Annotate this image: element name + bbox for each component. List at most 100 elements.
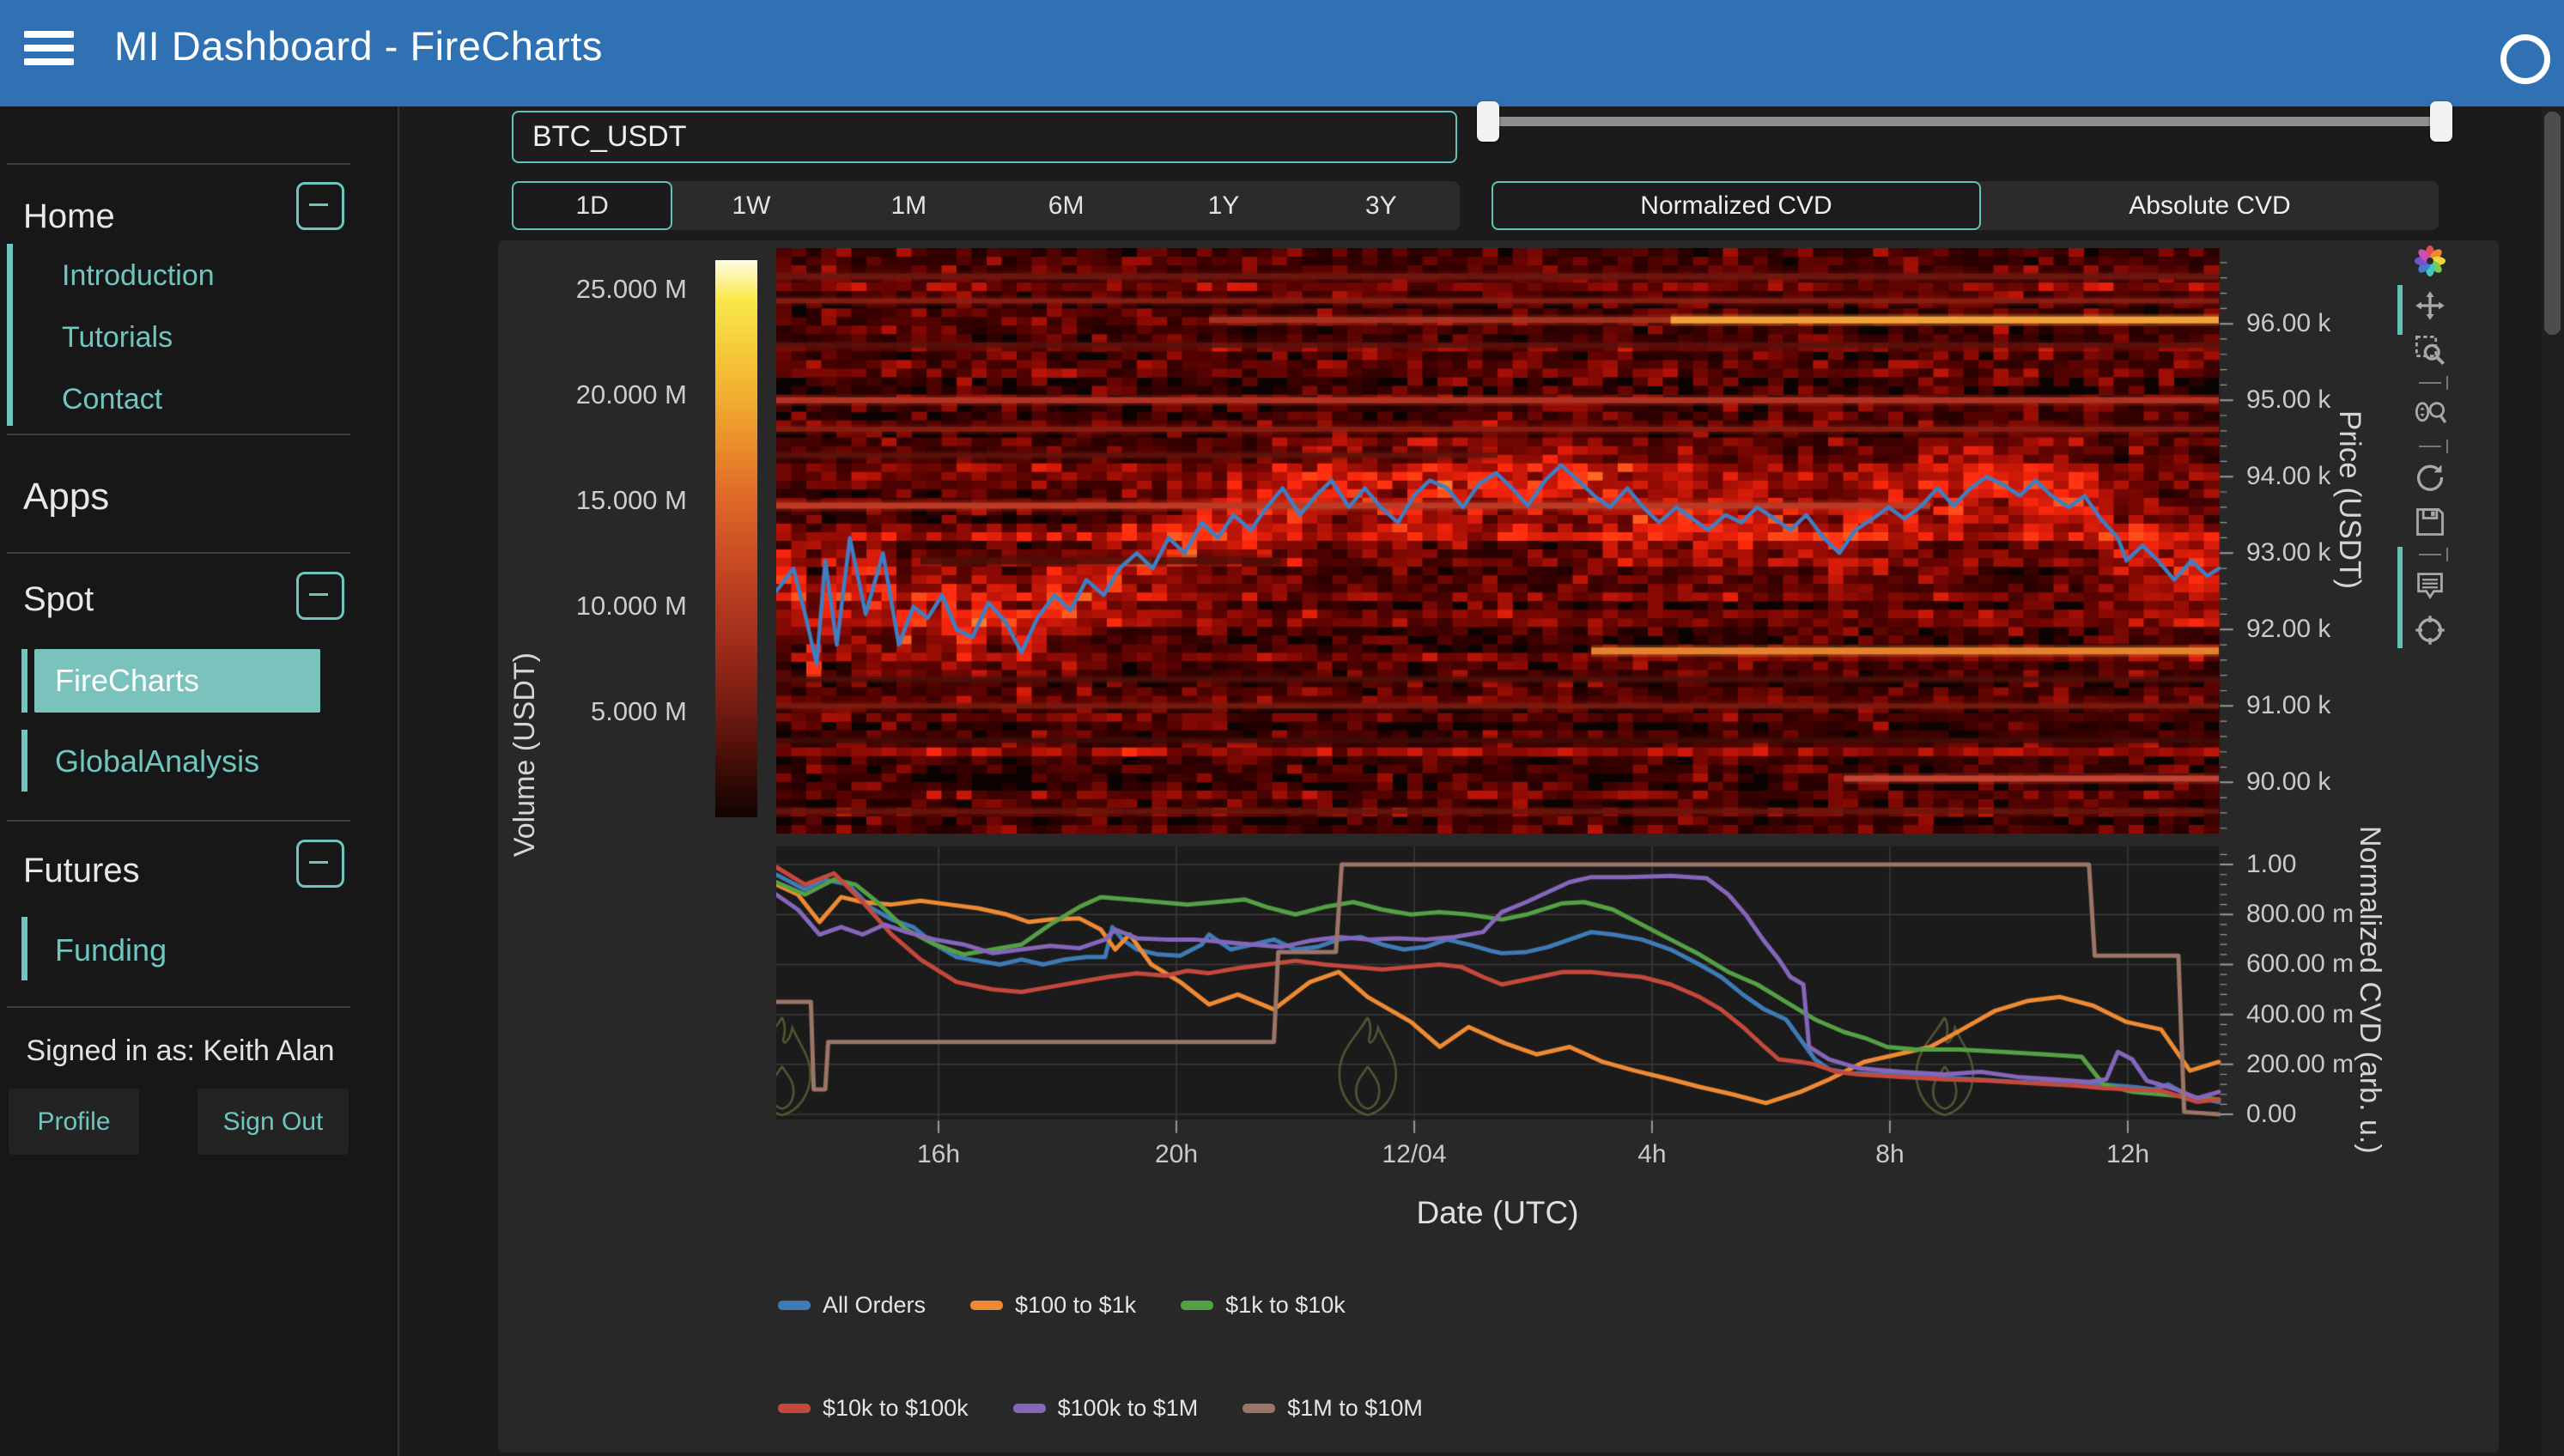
legend-row: $10k to $100k $100k to $1M $1M to $10M: [778, 1389, 1423, 1427]
modebar-separator: [2419, 382, 2441, 384]
cvd-tick-label: 200.00 m: [2246, 1050, 2354, 1079]
symbol-input[interactable]: [512, 111, 1457, 163]
collapse-minus-icon: [309, 203, 328, 206]
sidebar-header-apps: Apps: [23, 476, 109, 519]
cvd-tick-label: 800.00 m: [2246, 900, 2354, 929]
spikeline-icon[interactable]: [2414, 614, 2446, 646]
volume-colorbar: [715, 260, 757, 817]
collapse-futures-button[interactable]: [296, 840, 344, 888]
toggle-hover-icon[interactable]: [2414, 569, 2446, 602]
sidebar-header-futures: Futures: [23, 852, 140, 890]
cvd-tick-label: 400.00 m: [2246, 1000, 2354, 1029]
price-tick-label: 94.00 k: [2246, 462, 2330, 491]
sidebar-header-spot: Spot: [23, 580, 94, 619]
menu-icon[interactable]: [24, 31, 76, 76]
item-bar: [21, 730, 27, 792]
timeframe-1d-button[interactable]: 1D: [512, 181, 672, 230]
heatmap-canvas[interactable]: [776, 248, 2236, 834]
price-axis-title: Price (USDT): [2332, 410, 2367, 589]
pan-icon[interactable]: [2414, 289, 2446, 322]
sidebar-header-home: Home: [23, 197, 115, 236]
cvd-tick-label: 1.00: [2246, 850, 2296, 879]
topbar: MI Dashboard - FireCharts: [0, 0, 2564, 106]
modebar: [2409, 245, 2451, 658]
x-tick-label: 16h: [917, 1140, 960, 1169]
profile-button[interactable]: Profile: [9, 1089, 139, 1155]
modebar-active-indicator: [2397, 285, 2403, 335]
legend-label: All Orders: [823, 1292, 926, 1319]
active-item-bar: [21, 649, 27, 713]
x-axis-title: Date (UTC): [1416, 1195, 1578, 1231]
price-tick-label: 95.00 k: [2246, 385, 2330, 415]
collapse-home-button[interactable]: [296, 182, 344, 230]
x-tick-label: 8h: [1875, 1140, 1904, 1169]
price-tick-label: 92.00 k: [2246, 615, 2330, 644]
sidebar: Home Introduction Tutorials Contact Apps…: [0, 106, 399, 1456]
divider: [7, 1006, 350, 1008]
legend-item[interactable]: All Orders: [778, 1292, 926, 1319]
legend-item[interactable]: $10k to $100k: [778, 1395, 969, 1422]
timeframe-1m-button[interactable]: 1M: [830, 181, 987, 230]
section-indicator-bar: [7, 244, 13, 426]
divider: [7, 820, 350, 822]
page-scrollbar[interactable]: [2542, 106, 2564, 1456]
range-slider-right-handle[interactable]: [2430, 101, 2452, 142]
timeframe-1w-button[interactable]: 1W: [672, 181, 829, 230]
price-tick-label: 96.00 k: [2246, 309, 2330, 338]
date-range-slider[interactable]: [1486, 117, 2443, 126]
cvd-tick-label: 600.00 m: [2246, 949, 2354, 979]
range-slider-left-handle[interactable]: [1477, 101, 1499, 142]
timeframe-6m-button[interactable]: 6M: [987, 181, 1145, 230]
volume-tick-label: 20.000 M: [515, 379, 687, 410]
sidebar-item-funding[interactable]: Funding: [55, 932, 167, 968]
x-tick-label: 12/04: [1382, 1140, 1447, 1169]
legend-swatch: [1013, 1404, 1046, 1413]
cvd-line-chart-canvas[interactable]: [776, 846, 2236, 1133]
legend-item[interactable]: $1k to $10k: [1181, 1292, 1346, 1319]
save-icon[interactable]: [2414, 506, 2446, 538]
timeframe-3y-button[interactable]: 3Y: [1303, 181, 1460, 230]
divider: [7, 552, 350, 554]
legend-row: All Orders $100 to $1k $1k to $10k: [778, 1286, 1346, 1324]
scrollbar-thumb[interactable]: [2544, 112, 2561, 335]
zoom-in-out-icon[interactable]: [2414, 397, 2446, 430]
divider: [7, 163, 350, 165]
box-zoom-icon[interactable]: [2414, 334, 2446, 367]
sign-out-button[interactable]: Sign Out: [197, 1089, 349, 1155]
sidebar-item-tutorials[interactable]: Tutorials: [62, 321, 173, 355]
cvd-tick-label: 0.00: [2246, 1100, 2296, 1129]
legend-label: $10k to $100k: [823, 1395, 969, 1422]
legend-item[interactable]: $100 to $1k: [970, 1292, 1136, 1319]
modebar-separator: [2419, 554, 2441, 555]
user-avatar-icon[interactable]: [2500, 34, 2550, 84]
legend-swatch: [970, 1301, 1003, 1310]
legend-label: $100 to $1k: [1015, 1292, 1136, 1319]
legend-swatch: [1181, 1301, 1213, 1310]
sidebar-item-contact[interactable]: Contact: [62, 383, 162, 416]
timeframe-group: 1D 1W 1M 6M 1Y 3Y: [512, 181, 1460, 230]
volume-axis-title: Volume (USDT): [508, 652, 542, 857]
sidebar-item-globalanalysis[interactable]: GlobalAnalysis: [55, 743, 259, 780]
legend-label: $1k to $10k: [1225, 1292, 1346, 1319]
sidebar-item-firecharts[interactable]: FireCharts: [34, 649, 320, 713]
legend-swatch: [1243, 1404, 1275, 1413]
cvd-axis-title: Normalized CVD (arb. u.): [2353, 826, 2386, 1154]
app-title: MI Dashboard - FireCharts: [114, 22, 603, 70]
item-bar: [21, 917, 27, 980]
reset-axes-icon[interactable]: [2414, 461, 2446, 494]
legend-item[interactable]: $100k to $1M: [1013, 1395, 1199, 1422]
price-tick-label: 93.00 k: [2246, 538, 2330, 567]
legend-item[interactable]: $1M to $10M: [1243, 1395, 1423, 1422]
cvd-mode-group: Normalized CVD Absolute CVD: [1492, 181, 2439, 230]
price-tick-label: 90.00 k: [2246, 767, 2330, 797]
collapse-spot-button[interactable]: [296, 572, 344, 620]
sidebar-item-introduction[interactable]: Introduction: [62, 259, 215, 293]
plotly-logo-icon[interactable]: [2414, 245, 2446, 277]
normalized-cvd-button[interactable]: Normalized CVD: [1492, 181, 1981, 230]
modebar-separator: [2419, 446, 2441, 447]
legend-label: $100k to $1M: [1058, 1395, 1199, 1422]
x-tick-label: 20h: [1155, 1140, 1198, 1169]
sidebar-item-label: FireCharts: [55, 663, 199, 699]
timeframe-1y-button[interactable]: 1Y: [1145, 181, 1302, 230]
absolute-cvd-button[interactable]: Absolute CVD: [1981, 181, 2439, 230]
